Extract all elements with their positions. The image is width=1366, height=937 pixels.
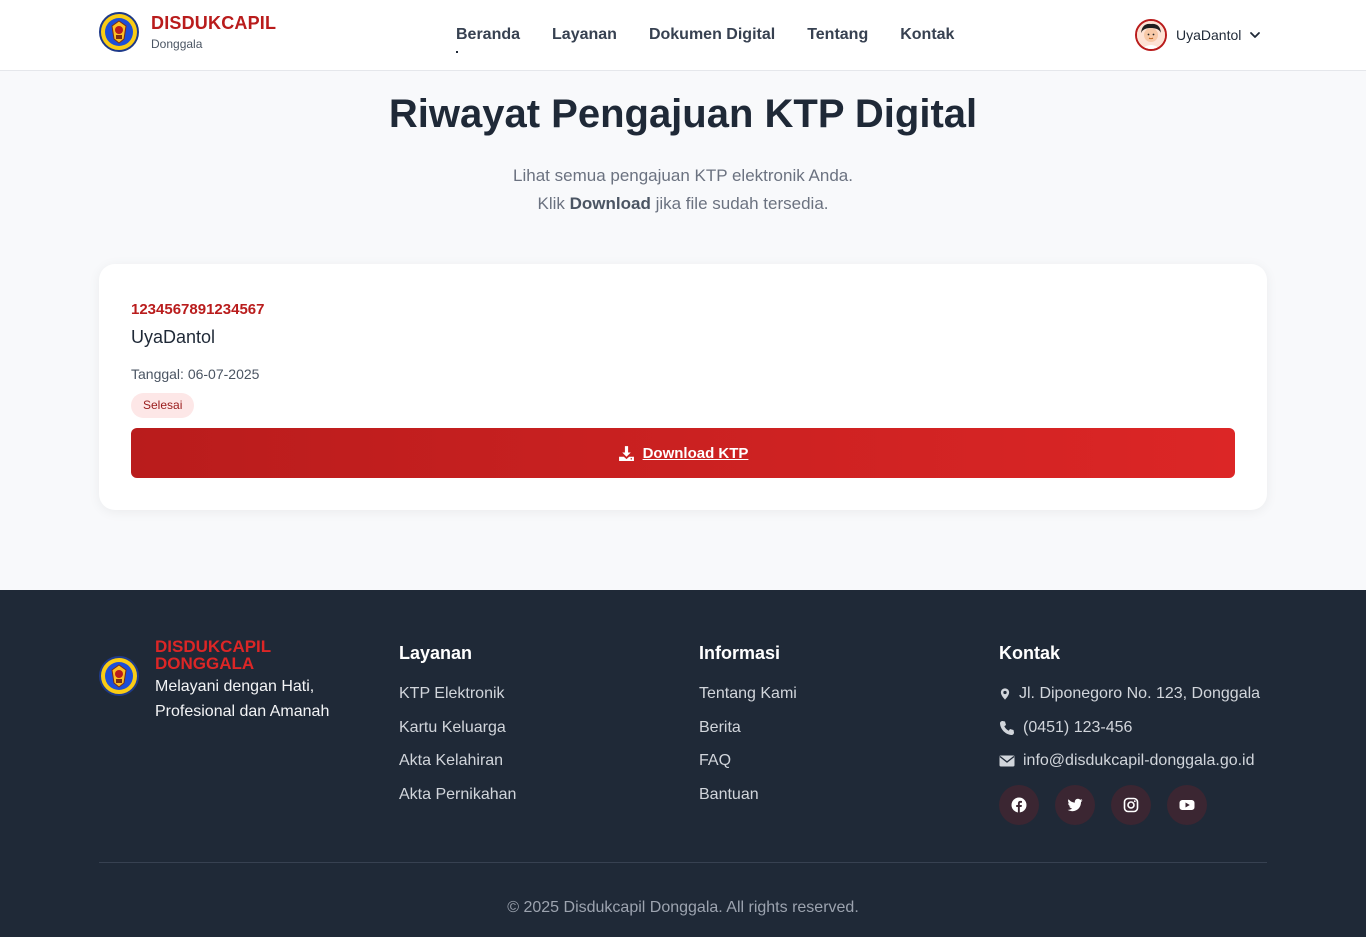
nav-tentang[interactable]: Tentang [807,25,868,45]
instagram-icon [1123,797,1139,812]
download-ktp-label: Download KTP [642,444,749,462]
instagram-link[interactable] [1111,784,1151,825]
footer-phone: (0451) 123-456 [999,718,1260,738]
download-ktp-button[interactable]: Download KTP [131,428,1235,478]
avatar [1135,19,1167,51]
phone-icon [1000,720,1014,735]
disdukcapil-logo [99,12,139,52]
submission-date: Tanggal: 06-07-2025 [131,366,260,382]
subtitle-download-word: Download [569,194,651,213]
footer-link-akta-pernikahan[interactable]: Akta Pernikahan [399,785,516,805]
page-title: Riwayat Pengajuan KTP Digital [388,92,978,136]
footer-email-text: info@disdukcapil-donggala.go.id [1023,752,1255,769]
footer-link-akta-kelahiran[interactable]: Akta Kelahiran [399,751,516,771]
brand[interactable]: DISDUKCAPIL Donggala [99,12,276,52]
main-nav: Beranda Layanan Dokumen Digital Tentang … [456,25,954,53]
footer-layanan: Layanan KTP Elektronik Kartu Keluarga Ak… [399,642,516,818]
copyright: © 2025 Disdukcapil Donggala. All rights … [507,899,859,916]
facebook-link[interactable] [999,784,1039,825]
footer-informasi-heading: Informasi [699,643,781,663]
footer-link-berita[interactable]: Berita [699,718,797,738]
user-menu[interactable]: UyaDantol [1135,19,1261,51]
twitter-link[interactable] [1055,784,1095,825]
user-name: UyaDantol [1176,27,1242,43]
chevron-down-icon [1250,32,1261,38]
footer-link-faq[interactable]: FAQ [699,751,797,771]
facebook-icon [1011,797,1027,812]
footer-link-bantuan[interactable]: Bantuan [699,785,797,805]
footer-brand-title: DISDUKCAPIL DONGGALA [155,637,271,673]
footer-address-text: Jl. Diponegoro No. 123, Donggala [1019,685,1261,702]
footer-divider [99,862,1267,863]
submission-name: UyaDantol [131,327,216,347]
nav-kontak[interactable]: Kontak [900,25,954,45]
site-footer: DISDUKCAPIL DONGGALA Melayani dengan Hat… [0,590,1366,937]
top-navbar: DISDUKCAPIL Donggala Beranda Layanan Dok… [0,0,1366,71]
footer-kontak-heading: Kontak [999,643,1061,663]
nav-beranda[interactable]: Beranda [456,25,520,53]
submission-nik: 1234567891234567 [131,301,265,318]
brand-subtitle: Donggala [151,37,203,51]
twitter-icon [1067,798,1083,811]
footer-kontak: Kontak Jl. Diponegoro No. 123, Donggala … [999,642,1260,825]
disdukcapil-logo [99,656,139,696]
footer-link-tentang-kami[interactable]: Tentang Kami [699,684,797,704]
subtitle-line-2: Klik Download jika file sudah tersedia. [0,190,1366,218]
subtitle-line-1: Lihat semua pengajuan KTP elektronik And… [513,166,853,185]
status-badge: Selesai [131,393,195,418]
footer-address: Jl. Diponegoro No. 123, Donggala [999,684,1260,704]
footer-informasi: Informasi Tentang Kami Berita FAQ Bantua… [699,642,797,818]
footer-link-ktp-elektronik[interactable]: KTP Elektronik [399,684,516,704]
nav-layanan[interactable]: Layanan [552,25,617,45]
social-links [999,784,1260,825]
page-subtitle: Lihat semua pengajuan KTP elektronik And… [0,162,1366,218]
submission-card: 1234567891234567 UyaDantol Tanggal: 06-0… [99,264,1267,510]
youtube-icon [1179,799,1195,810]
download-icon [618,445,634,461]
subtitle-prefix: Klik [537,194,570,213]
footer-email: info@disdukcapil-donggala.go.id [999,751,1260,771]
footer-link-kartu-keluarga[interactable]: Kartu Keluarga [399,718,516,738]
footer-tagline: Melayani dengan Hati, Profesional dan Am… [155,678,330,720]
footer-layanan-heading: Layanan [399,643,473,663]
map-pin-icon [1000,688,1010,700]
mail-icon [999,755,1015,767]
avatar-image [1137,21,1165,49]
brand-title: DISDUKCAPIL [151,13,277,33]
nav-dokumen-digital[interactable]: Dokumen Digital [649,25,775,45]
footer-phone-text: (0451) 123-456 [1023,718,1133,736]
youtube-link[interactable] [1167,784,1207,825]
subtitle-suffix: jika file sudah tersedia. [650,194,829,213]
